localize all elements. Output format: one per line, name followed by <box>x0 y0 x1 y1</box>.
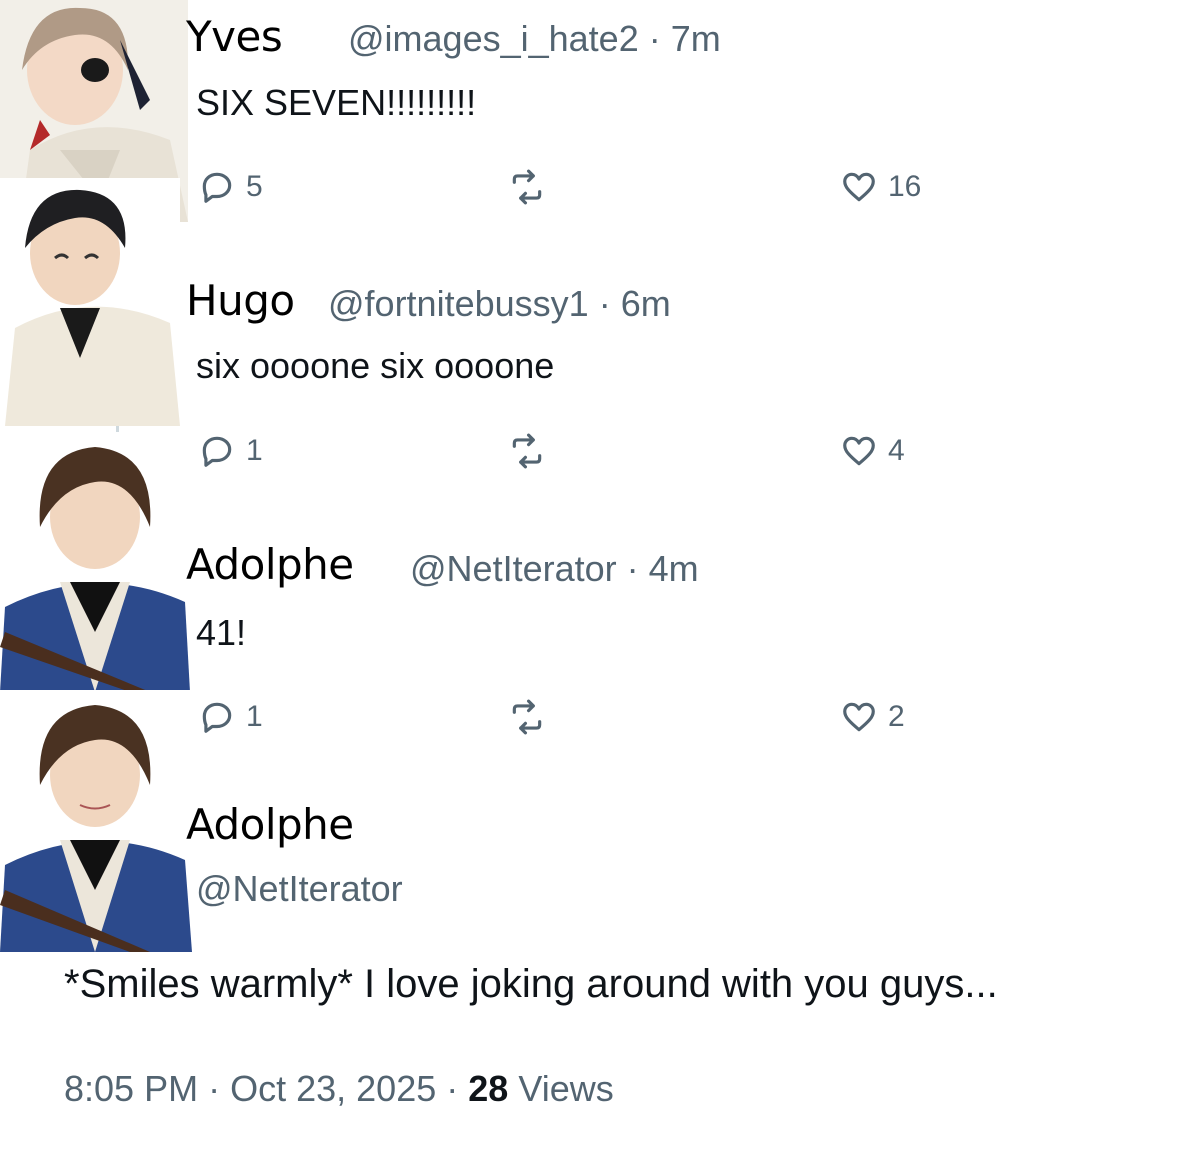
like-button[interactable]: 2 <box>840 698 905 736</box>
avatar-image <box>0 690 192 952</box>
reply-count: 5 <box>246 170 263 203</box>
like-count: 4 <box>888 434 905 467</box>
author-name[interactable]: Yves <box>186 12 283 61</box>
author-handle-time[interactable]: @fortnitebussy1 · 6m <box>328 283 671 325</box>
post-text: *Smiles warmly* I love joking around wit… <box>64 962 998 1006</box>
like-count: 16 <box>888 170 922 203</box>
separator-dot: · <box>626 548 639 589</box>
post-text: 41! <box>196 612 247 653</box>
reply-button[interactable]: 1 <box>198 432 263 470</box>
author-handle[interactable]: @fortnitebussy1 <box>328 283 589 324</box>
reply-button[interactable]: 5 <box>198 168 263 206</box>
reply-count: 1 <box>246 434 263 467</box>
reply-count: 1 <box>246 700 263 733</box>
retweet-icon <box>512 699 542 735</box>
separator-dot: · <box>648 18 661 59</box>
author-name[interactable]: Hugo <box>186 276 295 325</box>
post-text: six oooone six oooone <box>196 345 555 386</box>
post-time[interactable]: 4m <box>649 548 699 589</box>
views-label[interactable]: Views <box>518 1068 613 1109</box>
reply-icon <box>202 172 232 203</box>
post-date[interactable]: Oct 23, 2025 <box>230 1068 436 1109</box>
reply-icon <box>202 702 232 733</box>
like-button[interactable]: 4 <box>840 432 905 470</box>
reply-button[interactable]: 1 <box>198 698 263 736</box>
post-meta: 8:05 PM · Oct 23, 2025 · 28 Views <box>64 1068 614 1110</box>
separator-dot: · <box>208 1068 221 1109</box>
heart-icon <box>843 702 875 732</box>
post-time[interactable]: 8:05 PM <box>64 1068 198 1109</box>
author-name[interactable]: Adolphe <box>186 540 354 589</box>
retweet-button[interactable] <box>508 432 546 470</box>
retweet-icon <box>512 169 542 205</box>
author-name[interactable]: Adolphe <box>186 800 354 849</box>
heart-icon <box>843 436 875 466</box>
avatar-hugo[interactable] <box>0 178 180 426</box>
avatar-adolphe[interactable] <box>0 432 190 692</box>
post-time[interactable]: 6m <box>621 283 671 324</box>
views-count[interactable]: 28 <box>468 1068 508 1109</box>
like-button[interactable]: 16 <box>840 168 921 206</box>
heart-icon <box>843 172 875 202</box>
like-count: 2 <box>888 700 905 733</box>
reply-icon <box>202 436 232 467</box>
author-handle-time[interactable]: @images_i_hate2 · 7m <box>348 18 721 60</box>
author-handle[interactable]: @NetIterator <box>410 548 617 589</box>
separator-dot: · <box>598 283 611 324</box>
avatar-adolphe-main[interactable] <box>0 690 192 952</box>
avatar-image <box>0 432 190 692</box>
author-handle[interactable]: @NetIterator <box>196 868 403 910</box>
retweet-button[interactable] <box>508 698 546 736</box>
avatar-image <box>0 178 180 426</box>
separator-dot: · <box>446 1068 459 1109</box>
post-text: SIX SEVEN!!!!!!!!! <box>196 82 477 123</box>
author-handle-time[interactable]: @NetIterator · 4m <box>410 548 699 590</box>
post-time[interactable]: 7m <box>671 18 721 59</box>
retweet-icon <box>512 433 542 469</box>
author-handle[interactable]: @images_i_hate2 <box>348 18 639 59</box>
retweet-button[interactable] <box>508 168 546 206</box>
